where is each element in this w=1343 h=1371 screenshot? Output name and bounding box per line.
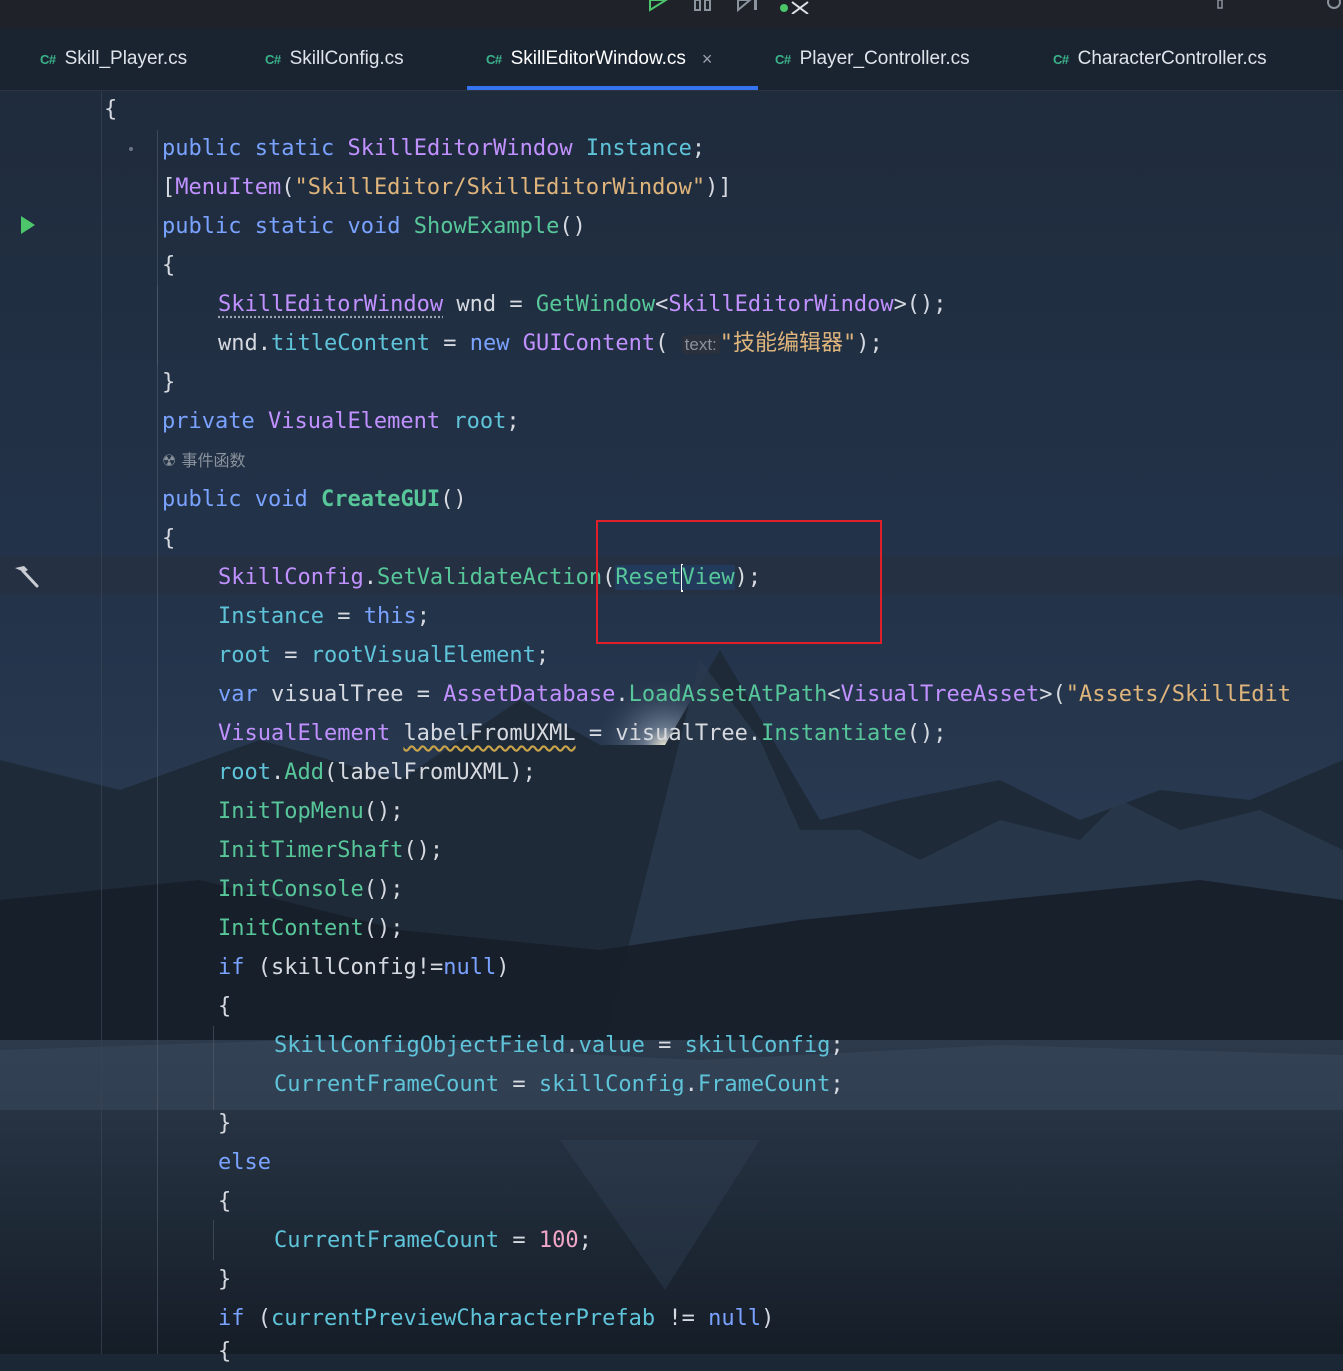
code-line: { bbox=[162, 519, 175, 558]
parameter-hint: text: bbox=[682, 335, 720, 354]
annotation-highlight-box bbox=[596, 520, 882, 644]
code-line: InitTimerShaft(); bbox=[218, 831, 443, 870]
code-line: { bbox=[162, 246, 175, 285]
code-line: } bbox=[218, 1104, 231, 1143]
code-line: public static SkillEditorWindow Instance… bbox=[162, 129, 705, 168]
active-tab-indicator bbox=[467, 86, 758, 90]
code-line: public static void ShowExample() bbox=[162, 207, 586, 246]
code-line: var visualTree = AssetDatabase.LoadAsset… bbox=[218, 675, 1291, 714]
code-line: InitConsole(); bbox=[218, 870, 403, 909]
code-line: SkillConfigObjectField.value = skillConf… bbox=[274, 1026, 844, 1065]
code-line: InitContent(); bbox=[218, 909, 403, 948]
code-line: root = rootVisualElement; bbox=[218, 636, 549, 675]
code-line: root.Add(labelFromUXML); bbox=[218, 753, 536, 792]
code-line: Instance = this; bbox=[218, 597, 430, 636]
code-line: public void CreateGUI() bbox=[162, 480, 467, 519]
code-line: { bbox=[104, 90, 117, 129]
code-line: { bbox=[218, 1182, 231, 1221]
code-line: InitTopMenu(); bbox=[218, 792, 403, 831]
code-editor[interactable]: { public static SkillEditorWindow Instan… bbox=[0, 0, 1343, 1354]
code-line: CurrentFrameCount = skillConfig.FrameCou… bbox=[274, 1065, 844, 1104]
code-line: } bbox=[162, 363, 175, 402]
code-line: if (currentPreviewCharacterPrefab != nul… bbox=[218, 1299, 774, 1338]
code-line: wnd.titleContent = new GUIContent( text:… bbox=[218, 324, 883, 363]
code-line: else bbox=[218, 1143, 271, 1182]
code-line: CurrentFrameCount = 100; bbox=[274, 1221, 592, 1260]
code-line: [MenuItem("SkillEditor/SkillEditorWindow… bbox=[162, 168, 732, 207]
code-line: } bbox=[218, 1260, 231, 1299]
code-line: { bbox=[218, 1332, 231, 1371]
code-line: if (skillConfig!=null) bbox=[218, 948, 509, 987]
code-line: { bbox=[218, 987, 231, 1026]
code-line: private VisualElement root; bbox=[162, 402, 520, 441]
code-line: VisualElement labelFromUXML = visualTree… bbox=[218, 714, 947, 753]
code-line: SkillEditorWindow wnd = GetWindow<SkillE… bbox=[218, 285, 947, 324]
